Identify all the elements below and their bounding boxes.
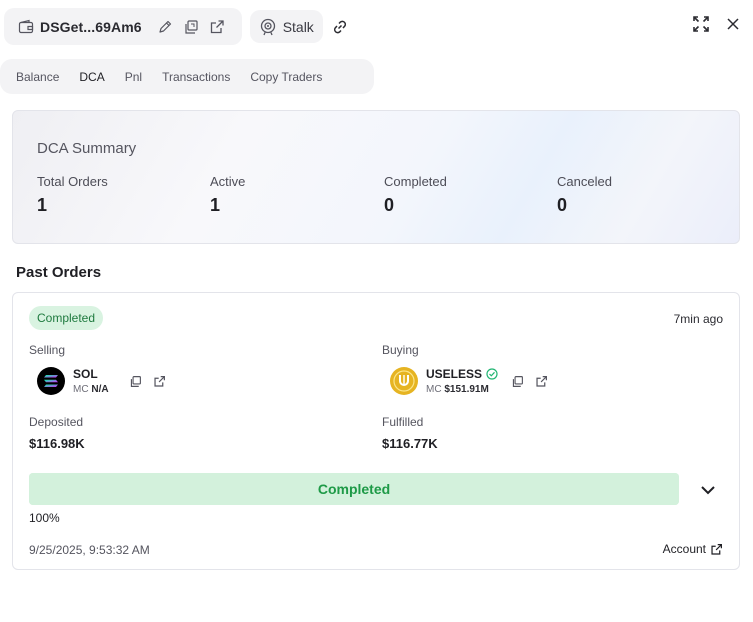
stat-active: Active 1 (210, 174, 245, 216)
dca-summary-card: DCA Summary Total Orders 1 Active 1 Comp… (12, 110, 740, 244)
tab-dca[interactable]: DCA (69, 59, 114, 94)
stat-label: Total Orders (37, 174, 108, 189)
stat-canceled: Canceled 0 (557, 174, 612, 216)
stat-value: 0 (557, 195, 568, 215)
progress-bar: Completed (29, 473, 679, 505)
stat-value: 1 (37, 195, 48, 215)
progress-label: Completed (317, 481, 391, 497)
summary-title: DCA Summary (37, 140, 137, 157)
order-date: 9/25/2025, 9:53:32 AM (29, 543, 150, 557)
selling-label: Selling (29, 343, 66, 357)
time-ago: 7min ago (673, 312, 723, 326)
close-icon[interactable] (721, 12, 745, 36)
buying-label: Buying (382, 343, 419, 357)
stat-label: Completed (384, 174, 447, 189)
token-symbol: USELESS (426, 367, 498, 381)
mc-value: N/A (91, 384, 109, 395)
deposited-value: $116.98K (29, 436, 85, 451)
edit-icon[interactable] (154, 16, 176, 38)
stalk-button[interactable]: Stalk (249, 10, 323, 43)
order-card: Completed 7min ago Selling SOL MC N/A Bu… (12, 292, 740, 570)
tab-balance[interactable]: Balance (6, 59, 69, 94)
copy-icon[interactable] (180, 16, 202, 38)
tab-transactions[interactable]: Transactions (152, 59, 240, 94)
solana-logo-icon (37, 367, 65, 395)
status-badge: Completed (29, 306, 104, 330)
past-orders-title: Past Orders (16, 264, 102, 281)
stat-label: Canceled (557, 174, 612, 189)
mc-label: MC (73, 384, 89, 395)
expand-icon[interactable] (689, 12, 713, 36)
wallet-chip: DSGet...69Am6 (4, 8, 242, 45)
mc-label: MC (426, 384, 442, 395)
token-mc: MC $151.91M (426, 384, 498, 395)
stat-label: Active (210, 174, 246, 189)
token-mc: MC N/A (73, 384, 109, 395)
wallet-icon (18, 19, 34, 33)
token-info: SOL MC N/A (73, 367, 109, 395)
stat-value: 1 (210, 195, 221, 215)
header-bar: DSGet...69Am6 Stalk (4, 8, 355, 45)
mc-value: $151.91M (444, 384, 489, 395)
token-actions (508, 372, 556, 390)
token-symbol-text: USELESS (426, 367, 483, 381)
stat-completed: Completed 0 (384, 174, 447, 216)
progress-percent: 100% (29, 511, 60, 525)
external-link-icon[interactable] (532, 372, 550, 390)
buying-token: USELESS MC $151.91M (390, 367, 556, 395)
copy-icon[interactable] (127, 372, 145, 390)
stat-total-orders: Total Orders 1 (37, 174, 108, 216)
useless-logo-icon (390, 367, 418, 395)
account-label: Account (662, 542, 706, 556)
chevron-down-icon[interactable] (697, 479, 719, 501)
stalk-label: Stalk (282, 18, 314, 35)
deposited-label: Deposited (29, 415, 84, 429)
tab-bar: Balance DCA Pnl Transactions Copy Trader… (0, 59, 374, 94)
link-icon[interactable] (329, 16, 351, 38)
external-link-icon (711, 543, 722, 555)
account-link[interactable]: Account (663, 542, 723, 556)
fulfilled-label: Fulfilled (382, 415, 424, 429)
external-link-icon[interactable] (206, 16, 228, 38)
verified-icon (486, 368, 498, 380)
tab-pnl[interactable]: Pnl (115, 59, 152, 94)
stalk-icon (260, 18, 275, 35)
stat-value: 0 (384, 195, 395, 215)
selling-token: SOL MC N/A (37, 367, 175, 395)
external-link-icon[interactable] (151, 372, 169, 390)
fulfilled-value: $116.77K (382, 436, 438, 451)
wallet-name: DSGet...69Am6 (40, 18, 142, 35)
window-controls (689, 12, 745, 36)
tab-copy-traders[interactable]: Copy Traders (240, 59, 332, 94)
token-actions (127, 372, 175, 390)
token-symbol: SOL (73, 367, 98, 381)
token-info: USELESS MC $151.91M (426, 367, 498, 395)
copy-icon[interactable] (508, 372, 526, 390)
